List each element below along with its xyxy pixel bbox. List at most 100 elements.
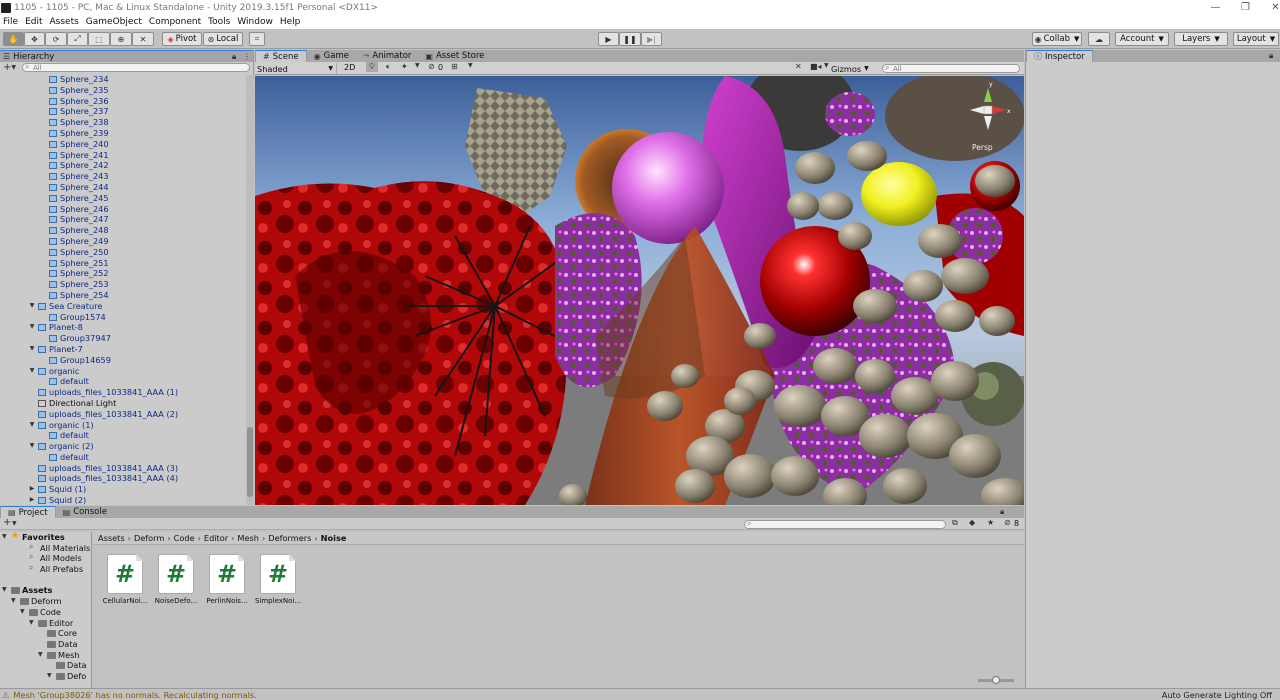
plus-icon[interactable]: + [3,62,11,73]
hierarchy-item[interactable]: Sphere_238 [0,117,246,128]
project-tree-item[interactable]: ▼ ★ Favorites [0,532,91,543]
hierarchy-item[interactable]: Sphere_244 [0,182,246,193]
pause-button[interactable]: ❚❚ [619,32,641,46]
hierarchy-item[interactable]: Sphere_251 [0,258,246,269]
hierarchy-search-input[interactable]: All [22,62,251,72]
auto-lighting-status[interactable]: Auto Generate Lighting Off [1162,690,1272,700]
menu-edit[interactable]: Edit [22,17,46,27]
maximize-button[interactable]: ❐ [1231,0,1260,15]
hierarchy-item[interactable]: Sphere_237 [0,106,246,117]
lock-icon[interactable]: 🔒︎ [1269,51,1273,61]
hierarchy-item[interactable]: uploads_files_1033841_AAA (2) [0,409,246,420]
expand-arrow-icon[interactable]: ▼ [38,650,43,661]
tools-icon[interactable]: ✕ [795,62,802,71]
menu-component[interactable]: Component [146,17,205,27]
hierarchy-item[interactable]: ▼ Planet-7 [0,344,246,355]
script-asset[interactable]: # SimplexNoi... [254,554,302,605]
project-tree-item[interactable]: Core [0,628,91,639]
move-tool-button[interactable]: ✥ [24,32,45,46]
hand-tool-button[interactable]: ✋ [3,32,24,46]
close-button[interactable]: ✕ [1261,0,1280,15]
rotate-tool-button[interactable]: ⟳ [45,32,67,46]
hierarchy-item[interactable]: Sphere_242 [0,160,246,171]
tab-asset-store[interactable]: ▣ Asset Store [418,50,491,62]
project-tree-item[interactable]: ▼ Code [0,607,91,618]
menu-tools[interactable]: Tools [205,17,234,27]
hierarchy-scrollbar[interactable] [246,75,254,505]
tab-scene[interactable]: # Scene [255,50,307,62]
hierarchy-item[interactable]: Sphere_248 [0,225,246,236]
kebab-menu-icon[interactable]: ⋮ [243,52,251,61]
scrollbar-thumb[interactable] [247,427,253,497]
hierarchy-item[interactable]: Sphere_235 [0,85,246,96]
hierarchy-item[interactable]: ▼ Sea Creature [0,301,246,312]
chevron-down-icon[interactable]: ▼ [12,520,17,527]
hierarchy-item[interactable]: Group14659 [0,355,246,366]
hidden-objects-icon[interactable]: ⊘ [428,62,435,71]
project-tree-item[interactable]: ⌕ All Materials [0,542,91,554]
hierarchy-item[interactable]: Sphere_245 [0,193,246,204]
breadcrumb-item[interactable]: Assets [95,533,128,543]
expand-arrow-icon[interactable]: ▼ [28,441,36,452]
transform-tool-button[interactable]: ⊕ [110,32,132,46]
hierarchy-item[interactable]: ▼ organic [0,366,246,377]
expand-arrow-icon[interactable]: ▼ [29,618,34,629]
project-tree-item[interactable]: ⌕ All Models [0,552,91,564]
collapse-arrow-icon[interactable]: ▶ [28,495,36,505]
local-toggle[interactable]: ⊛ Local [203,32,243,46]
breadcrumb-item[interactable]: Editor [201,533,231,543]
hierarchy-item[interactable]: Sphere_241 [0,150,246,161]
scene-viewport[interactable]: y x Persp [255,76,1024,505]
project-tree-item[interactable]: ▼ Defo [0,671,91,682]
project-tree-item[interactable]: ▼ Mesh [0,650,91,661]
hierarchy-item[interactable]: default [0,430,246,441]
tab-console[interactable]: ▤ Console [56,506,114,518]
menu-assets[interactable]: Assets [47,17,83,27]
expand-arrow-icon[interactable]: ▼ [28,344,36,355]
hierarchy-item[interactable]: Group1574 [0,312,246,323]
shading-mode-dropdown[interactable]: Shaded ▼ [257,63,337,74]
lock-icon[interactable]: 🔒︎ [1000,507,1004,517]
menu-window[interactable]: Window [234,17,277,27]
tab-animator[interactable]: ⤳ Animator [356,50,419,62]
scene-search-input[interactable]: All [882,63,1020,73]
hierarchy-item[interactable]: uploads_files_1033841_AAA (3) [0,463,246,474]
audio-toggle-icon[interactable]: 🔈︎ [386,62,391,72]
hierarchy-item[interactable]: ▼ organic (1) [0,420,246,431]
breadcrumb-item[interactable]: Code [171,533,198,543]
custom-tool-button[interactable]: ✕ [132,32,154,46]
play-button[interactable]: ▶ [598,32,619,46]
plus-icon[interactable]: + [3,517,11,528]
layers-dropdown[interactable]: Layers ▼ [1174,32,1228,46]
hierarchy-item[interactable]: Sphere_250 [0,247,246,258]
script-asset[interactable]: # NoiseDefo... [152,554,200,605]
menu-gameobject[interactable]: GameObject [83,17,146,27]
hierarchy-item[interactable]: default [0,376,246,387]
cloud-button[interactable]: ☁ [1088,32,1110,46]
pivot-toggle[interactable]: ◈ Pivot [162,32,202,46]
favorite-star-icon[interactable]: ★ [987,518,994,527]
hierarchy-item[interactable]: uploads_files_1033841_AAA (4) [0,473,246,484]
status-message[interactable]: Mesh 'Group38026' has no normals. Recalc… [13,690,256,700]
hierarchy-item[interactable]: Sphere_246 [0,204,246,215]
effects-toggle-icon[interactable]: ✦ [401,62,408,71]
lighting-toggle-icon[interactable]: 💡︎ [366,62,378,72]
breadcrumb-item[interactable]: Deformers [265,533,314,543]
collab-dropdown[interactable]: ◉ Collab ▼ [1032,32,1082,46]
menu-file[interactable]: File [0,17,22,27]
camera-icon[interactable]: ■◂ [810,62,822,71]
project-tree-item[interactable]: ▼ Editor [0,618,91,629]
breadcrumb-item[interactable]: Deform [131,533,167,543]
scene-orientation-gizmo[interactable]: y x Persp [962,80,1014,155]
expand-arrow-icon[interactable]: ▼ [11,596,16,607]
project-tree-item[interactable]: ⌕ All Prefabs [0,563,91,575]
2d-toggle[interactable]: 2D [344,63,355,72]
hierarchy-item[interactable]: Sphere_249 [0,236,246,247]
breadcrumb-item[interactable]: Mesh [234,533,262,543]
snap-button[interactable]: ⌗ [249,32,265,46]
hierarchy-item[interactable]: Sphere_253 [0,279,246,290]
tab-game[interactable]: ◉ Game [307,50,356,62]
scale-tool-button[interactable]: ⤢ [67,32,88,46]
chevron-down-icon[interactable]: ▼ [468,62,473,69]
filter-type-icon[interactable]: ⧉ [952,518,958,528]
